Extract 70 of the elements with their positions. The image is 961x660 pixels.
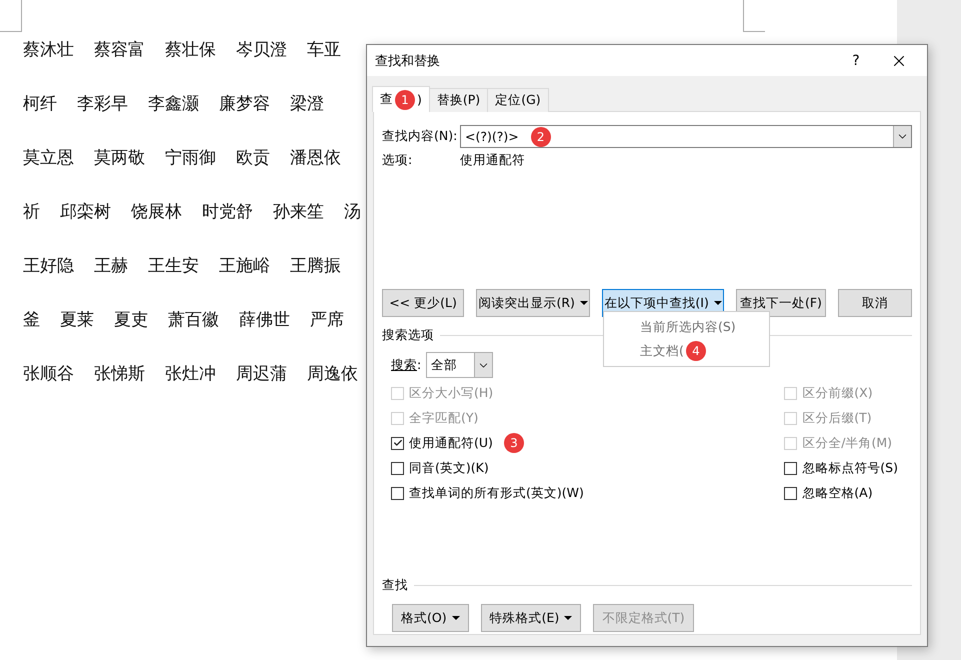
search-select[interactable]: 全部 — [426, 352, 494, 378]
menu-item[interactable]: 当前所选内容(S) — [604, 315, 769, 339]
document-word: 柯纤 — [23, 93, 57, 116]
document-word: 王好隐 — [23, 255, 74, 278]
document-word: 周迟蒲 — [236, 363, 287, 386]
document-word: 严席 — [310, 309, 344, 332]
document-word: 王腾振 — [290, 255, 341, 278]
document-word: 莫立恩 — [23, 147, 74, 170]
number-badge: 1 — [395, 90, 415, 110]
checkbox[interactable]: 忽略标点符号(S) — [784, 459, 898, 477]
section-title: 搜索选项 — [382, 327, 434, 344]
document-word: 薛佛世 — [239, 309, 290, 332]
document-word: 岑贝澄 — [236, 39, 287, 62]
page-corner-mark — [743, 0, 765, 32]
document-word: 孙来笙 — [273, 201, 324, 224]
tab[interactable]: 查 1 ) — [372, 86, 430, 112]
document-word: 王生安 — [148, 255, 199, 278]
document-word: 釜 — [23, 309, 40, 332]
document-word: 蔡容富 — [94, 39, 145, 62]
section-title: 查找 — [382, 577, 408, 594]
document-word: 蔡壮保 — [165, 39, 216, 62]
dialog-button[interactable]: 阅读突出显示(R) — [476, 289, 590, 317]
page-corner-mark — [0, 0, 22, 32]
document-word: 时党舒 — [202, 201, 253, 224]
document-word: 宁雨御 — [165, 147, 216, 170]
number-badge: 2 — [530, 126, 551, 146]
options-label: 选项: — [382, 152, 414, 169]
dialog-button[interactable]: << 更少(L) — [382, 289, 464, 317]
tab[interactable]: 替换(P) — [428, 88, 488, 112]
document-word: 欧贡 — [236, 147, 270, 170]
document-word: 饶展林 — [131, 201, 182, 224]
number-badge: 4 — [686, 341, 706, 361]
document-word: 莫两敬 — [94, 147, 145, 170]
document-word: 梁澄 — [290, 93, 324, 116]
format-button[interactable]: 特殊格式(E) — [480, 604, 582, 632]
document-word: 夏莱 — [60, 309, 94, 332]
find-field[interactable]: <(?)(?)> 2 — [460, 125, 912, 148]
document-word: 蔡沐壮 — [23, 39, 74, 62]
document-word: 王赫 — [94, 255, 128, 278]
number-badge: 3 — [504, 433, 524, 453]
document-word: 汤 — [344, 201, 361, 224]
window-title: 查找和替换 — [375, 52, 441, 70]
options-value: 使用通配符 — [460, 152, 525, 169]
dialog-button[interactable]: 查找下一处(F) — [736, 289, 826, 317]
help-button[interactable]: ? — [841, 52, 871, 68]
check-icon — [392, 438, 402, 448]
menu-item[interactable]: 主文档( 4 — [604, 339, 769, 363]
field-label: 查找内容(N): — [382, 128, 458, 145]
document-word: 张顺谷 — [23, 363, 74, 386]
format-button[interactable]: 格式(O) — [392, 604, 469, 632]
document-word: 车亚 — [307, 39, 341, 62]
checkbox[interactable]: 查找单词的所有形式(英文)(W) — [391, 484, 584, 502]
search-label: 搜索: — [391, 356, 422, 374]
document-word: 潘恩依 — [290, 147, 341, 170]
document-word: 李鑫灏 — [148, 93, 199, 116]
document-word: 张悌斯 — [94, 363, 145, 386]
document-word: 廉梦容 — [219, 93, 270, 116]
checkbox[interactable]: 同音(英文)(K) — [391, 459, 584, 477]
tab[interactable]: 定位(G) — [487, 88, 549, 112]
document-word: 周逸依 — [307, 363, 358, 386]
document-word: 祈 — [23, 201, 40, 224]
document-word: 邱栾树 — [60, 201, 111, 224]
document-word: 夏吏 — [114, 309, 148, 332]
document-word: 王施峪 — [219, 255, 270, 278]
dialog-button[interactable]: 取消 — [838, 289, 912, 317]
document-word: 萧百徽 — [168, 309, 219, 332]
checkbox[interactable]: 忽略空格(A) — [784, 484, 898, 502]
document-word: 李彩早 — [77, 93, 128, 116]
document-word: 张灶冲 — [165, 363, 216, 386]
checkbox[interactable]: 使用通配符(U) 3 — [391, 434, 584, 452]
